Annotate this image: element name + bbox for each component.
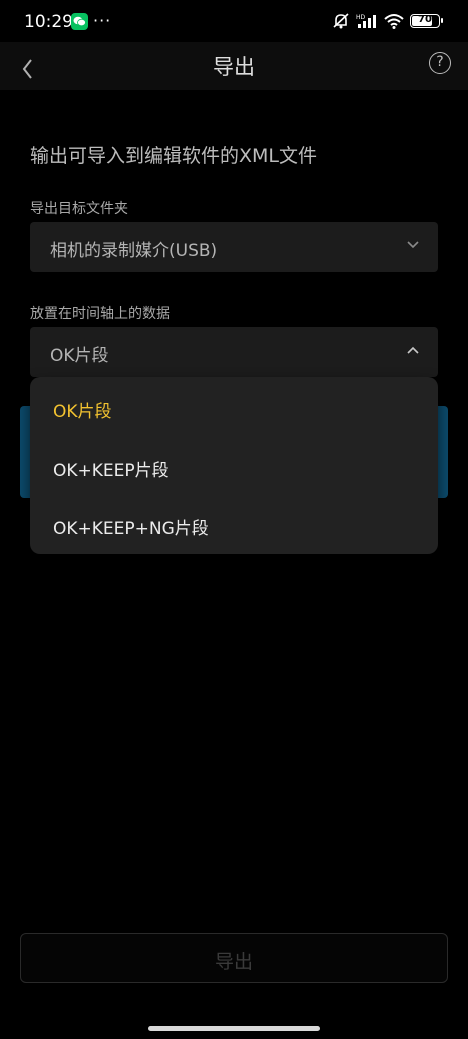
dropdown-option-ok[interactable]: OK片段	[53, 397, 112, 422]
page-description: 输出可导入到编辑软件的XML文件	[30, 145, 317, 167]
timeline-data-value: OK片段	[50, 346, 109, 366]
wechat-icon	[71, 13, 88, 30]
dropdown-option-ok-keep-ng[interactable]: OK+KEEP+NG片段	[53, 514, 209, 539]
screen: 10:29 ··· HD 70 导出 ? 输出可导入到编辑软件的XML文件 导出…	[0, 0, 468, 1039]
target-folder-value: 相机的录制媒介(USB)	[50, 241, 218, 261]
wifi-icon	[384, 14, 404, 29]
export-button[interactable]: 导出	[20, 933, 448, 983]
dropdown-option-ok-keep[interactable]: OK+KEEP片段	[53, 456, 169, 481]
chevron-down-icon	[407, 241, 419, 249]
target-folder-select[interactable]: 相机的录制媒介(USB)	[30, 222, 438, 272]
home-indicator[interactable]	[148, 1026, 320, 1031]
export-button-label: 导出	[214, 951, 253, 973]
status-time: 10:29	[24, 12, 73, 32]
more-notifications-icon: ···	[93, 11, 112, 30]
status-bar: 10:29 ··· HD 70	[0, 0, 468, 42]
battery-icon: 70	[410, 14, 443, 28]
signal-icon: HD	[356, 14, 376, 28]
page-title: 导出	[213, 55, 255, 79]
top-nav-bar: 导出 ?	[0, 42, 468, 90]
svg-text:HD: HD	[356, 14, 366, 21]
timeline-data-label: 放置在时间轴上的数据	[30, 306, 170, 322]
battery-level: 70	[418, 14, 432, 25]
timeline-data-dropdown: OK片段 OK+KEEP片段 OK+KEEP+NG片段	[30, 377, 438, 554]
status-icons: HD 70	[332, 13, 443, 29]
question-circle-icon: ?	[436, 54, 444, 70]
help-button[interactable]: ?	[429, 52, 451, 74]
target-folder-label: 导出目标文件夹	[30, 201, 128, 217]
mute-icon	[333, 13, 349, 29]
chevron-up-icon	[407, 346, 419, 354]
timeline-data-select[interactable]: OK片段	[30, 327, 438, 377]
